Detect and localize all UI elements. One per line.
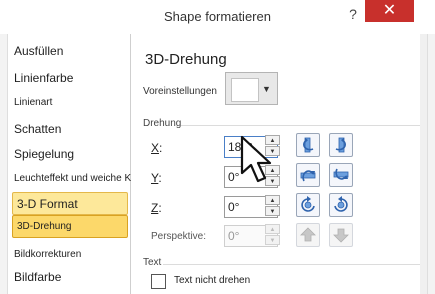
z-rotation-spinner: ▲ ▼ xyxy=(265,195,280,216)
keep-text-flat-label: Text nicht drehen xyxy=(174,275,251,286)
sidebar-item-line-style[interactable]: Linienart xyxy=(8,97,130,117)
sidebar-item-label: Bildkorrekturen xyxy=(14,249,82,260)
keep-text-flat-checkbox[interactable] xyxy=(151,274,166,289)
sidebar-item-3d-format[interactable]: 3-D Format xyxy=(12,192,128,215)
sidebar-item-shadow[interactable]: Schatten xyxy=(8,122,130,142)
widen-field-button[interactable] xyxy=(329,223,353,247)
y-rotation-value: 0° xyxy=(228,170,240,184)
narrow-field-icon xyxy=(300,227,316,242)
presets-dropdown[interactable]: ▼ xyxy=(225,72,278,105)
rotate-left-button[interactable] xyxy=(296,133,320,157)
spin-down-icon[interactable]: ▼ xyxy=(265,235,280,245)
spin-up-icon[interactable]: ▲ xyxy=(265,224,280,234)
sidebar-item-label: Linienfarbe xyxy=(14,71,74,85)
sidebar-item-label: Linienart xyxy=(14,97,53,108)
sidebar-item-label: Spiegelung xyxy=(14,147,75,161)
text-section-title: Text xyxy=(143,257,162,268)
rotate-up-button[interactable] xyxy=(296,163,320,187)
rotation-section-title: Drehung xyxy=(143,118,182,129)
sidebar-item-3d-rotation[interactable]: 3D-Drehung xyxy=(12,215,128,238)
rotate-counterclockwise-button[interactable] xyxy=(296,193,320,217)
spin-down-icon[interactable]: ▼ xyxy=(265,206,280,216)
pane-heading: 3D-Drehung xyxy=(145,51,227,68)
perspective-spinner: ▲ ▼ xyxy=(265,224,280,245)
sidebar-item-label: 3-D Format xyxy=(17,197,78,211)
widen-field-icon xyxy=(333,228,349,243)
sidebar-item-picture-corrections[interactable]: Bildkorrekturen xyxy=(8,249,130,269)
rotate-down-button[interactable] xyxy=(329,163,353,187)
sidebar-item-label: Schatten xyxy=(14,122,62,136)
x-label-colon: : xyxy=(159,141,163,155)
title-bar: Shape formatieren ? ✕ xyxy=(0,0,435,34)
rotate-clockwise-button[interactable] xyxy=(329,193,353,217)
sidebar-item-line-color[interactable]: Linienfarbe xyxy=(8,71,130,91)
sidebar-item-label: 3D-Drehung xyxy=(17,221,72,232)
rotate-down-icon xyxy=(333,168,349,180)
y-rotation-label: Y: xyxy=(151,171,162,185)
window-border-right xyxy=(427,34,435,294)
category-sidebar: Ausfüllen Linienfarbe Linienart Schatten… xyxy=(8,34,156,294)
settings-pane: 3D-Drehung Voreinstellungen ▼ Drehung X:… xyxy=(131,34,427,294)
help-button[interactable]: ? xyxy=(342,5,364,23)
spin-up-icon[interactable]: ▲ xyxy=(265,195,280,205)
rotate-clockwise-icon xyxy=(334,196,348,212)
dropdown-arrow-icon: ▼ xyxy=(262,84,271,94)
rotate-left-icon xyxy=(303,137,314,153)
sidebar-item-label: Ausfüllen xyxy=(14,44,64,58)
rotate-right-button[interactable] xyxy=(329,133,353,157)
vertical-scrollbar[interactable] xyxy=(420,34,427,294)
rotate-up-icon xyxy=(300,170,316,182)
mouse-pointer-icon xyxy=(240,135,272,183)
sidebar-item-label: Bildfarbe xyxy=(14,270,62,284)
perspective-value: 0° xyxy=(228,229,240,243)
z-rotation-value: 0° xyxy=(228,200,240,214)
narrow-field-button[interactable] xyxy=(296,223,320,247)
sidebar-item-glow-soft-edges[interactable]: Leuchteffekt und weiche Kanten xyxy=(8,173,156,193)
section-divider xyxy=(163,264,421,265)
presets-label: Voreinstellungen xyxy=(143,86,217,97)
sidebar-item-picture-color[interactable]: Bildfarbe xyxy=(8,270,130,290)
x-label-key: X xyxy=(151,141,160,155)
section-divider xyxy=(181,125,421,126)
window-border-left xyxy=(0,34,8,294)
z-label-colon: : xyxy=(158,201,162,215)
format-shape-dialog: Shape formatieren ? ✕ Ausfüllen Linienfa… xyxy=(0,0,435,294)
rotate-right-icon xyxy=(335,137,346,153)
sidebar-item-fill[interactable]: Ausfüllen xyxy=(8,44,130,64)
sidebar-item-reflection[interactable]: Spiegelung xyxy=(8,147,130,167)
y-label-colon: : xyxy=(158,171,162,185)
close-button[interactable]: ✕ xyxy=(365,0,414,22)
perspective-label: Perspektive: xyxy=(151,231,207,242)
x-rotation-label: X: xyxy=(151,141,162,155)
z-rotation-label: Z: xyxy=(151,201,162,215)
preset-preview xyxy=(231,78,259,102)
rotate-counterclockwise-icon xyxy=(301,196,315,212)
